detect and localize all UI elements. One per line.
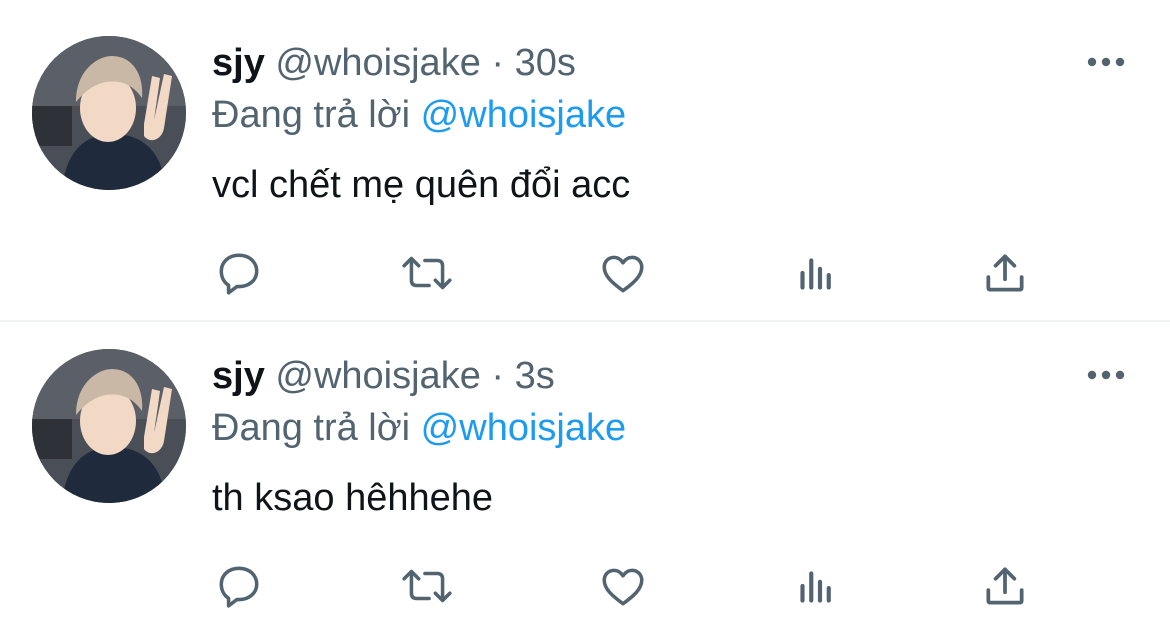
- tweet-text: th ksao hêhhehe: [212, 477, 494, 519]
- like-button[interactable]: [596, 559, 650, 613]
- like-icon: [602, 568, 644, 606]
- share-icon: [986, 254, 1024, 292]
- views-button[interactable]: [788, 559, 842, 613]
- retweet-icon: [402, 569, 452, 603]
- retweet-icon: [402, 256, 452, 290]
- tweet-header: sjy @whoisjake · 30s: [212, 40, 576, 86]
- timestamp[interactable]: 30s: [515, 42, 576, 84]
- more-options-icon[interactable]: [1084, 50, 1128, 74]
- mention-link[interactable]: @whoisjake: [421, 94, 626, 136]
- reply-icon: [219, 566, 259, 608]
- tweet-actions: [212, 246, 1042, 300]
- like-icon: [602, 255, 644, 293]
- share-button[interactable]: [978, 246, 1032, 300]
- tweet-actions: [212, 559, 1042, 613]
- retweet-button[interactable]: [400, 246, 454, 300]
- replying-prefix: Đang trả lời: [212, 407, 411, 449]
- views-icon: [800, 571, 831, 603]
- views-icon: [800, 258, 831, 290]
- views-button[interactable]: [788, 246, 842, 300]
- tweet[interactable]: sjy @whoisjake · 30s Đang trả lời @whois…: [0, 0, 1170, 312]
- mention-link[interactable]: @whoisjake: [421, 407, 626, 449]
- display-name[interactable]: sjy: [212, 42, 265, 84]
- replying-prefix: Đang trả lời: [212, 94, 411, 136]
- share-icon: [986, 567, 1024, 605]
- display-name[interactable]: sjy: [212, 355, 265, 397]
- retweet-button[interactable]: [400, 559, 454, 613]
- tweet[interactable]: sjy @whoisjake · 3s Đang trả lời @whoisj…: [0, 313, 1170, 625]
- user-handle[interactable]: @whoisjake: [275, 355, 480, 397]
- more-options-icon[interactable]: [1084, 363, 1128, 387]
- reply-button[interactable]: [212, 246, 266, 300]
- replying-to: Đang trả lời @whoisjake: [212, 92, 626, 138]
- tweet-text: vcl chết mẹ quên đổi acc: [212, 164, 631, 206]
- tweet-header: sjy @whoisjake · 3s: [212, 353, 555, 399]
- reply-icon: [219, 253, 259, 295]
- separator-dot: ·: [491, 42, 505, 84]
- replying-to: Đang trả lời @whoisjake: [212, 405, 626, 451]
- avatar[interactable]: [32, 36, 186, 190]
- separator-dot: ·: [491, 355, 505, 397]
- like-button[interactable]: [596, 246, 650, 300]
- reply-button[interactable]: [212, 559, 266, 613]
- avatar[interactable]: [32, 349, 186, 503]
- user-handle[interactable]: @whoisjake: [275, 42, 480, 84]
- timestamp[interactable]: 3s: [515, 355, 555, 397]
- share-button[interactable]: [978, 559, 1032, 613]
